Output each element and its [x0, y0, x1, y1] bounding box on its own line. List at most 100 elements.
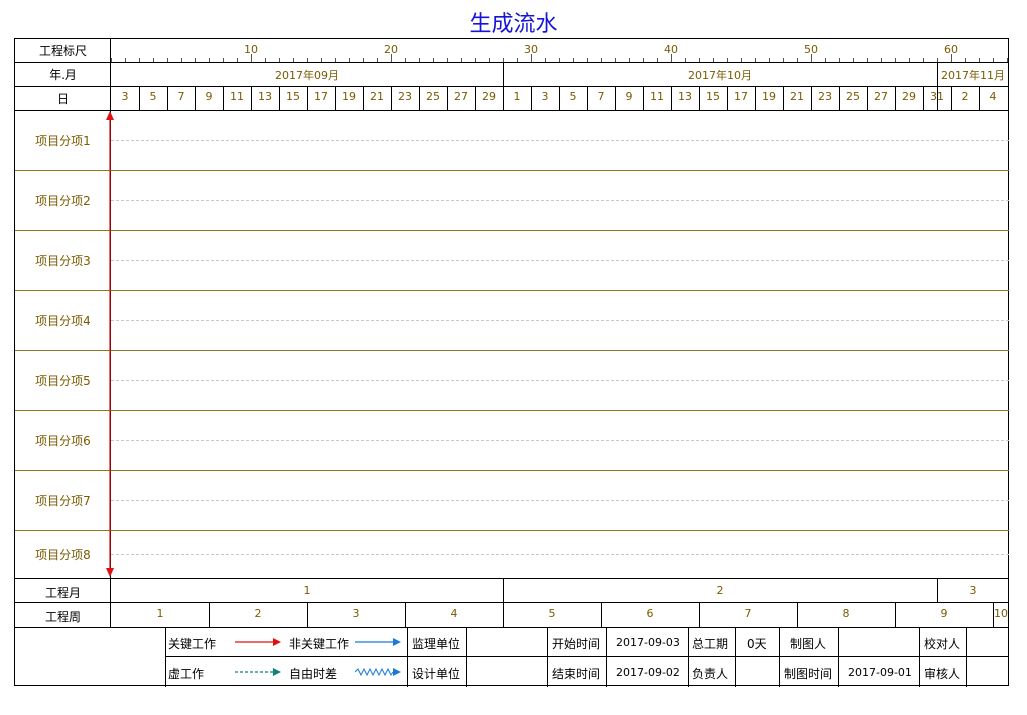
day-cell: 1 [513, 90, 521, 103]
week-cell: 2 [254, 607, 262, 620]
day-divider [363, 86, 364, 110]
week-cell: 4 [450, 607, 458, 620]
end-time-label: 结束时间 [552, 667, 601, 681]
week-divider [895, 602, 896, 627]
scale-tick-label: 60 [944, 43, 958, 56]
month-cell: 2017年09月 [275, 69, 339, 82]
task-row-guide [111, 554, 1009, 555]
week-divider [209, 602, 210, 627]
draw-time-label: 制图时间 [784, 667, 833, 681]
day-cell: 17 [314, 90, 328, 103]
day-divider [811, 86, 812, 110]
day-cell: 25 [846, 90, 860, 103]
day-cell: 21 [370, 90, 384, 103]
scale-ruler: 10 20 30 40 50 60 [111, 43, 1008, 62]
footer-divider [919, 627, 920, 687]
task-row-label: 项目分项1 [35, 134, 91, 148]
day-cell: 27 [874, 90, 888, 103]
scale-tick-label: 20 [384, 43, 398, 56]
task-row-guide [111, 380, 1009, 381]
day-cell: 17 [734, 90, 748, 103]
task-row-separator [15, 230, 1009, 231]
task-row-separator [15, 410, 1009, 411]
day-divider [867, 86, 868, 110]
scale-label: 工程标尺 [38, 44, 87, 58]
legend-critical-label: 关键工作 [168, 637, 217, 651]
day-divider [923, 86, 924, 110]
day-divider [699, 86, 700, 110]
day-divider [643, 86, 644, 110]
footer-divider [466, 627, 467, 687]
scale-tick-label: 10 [244, 43, 258, 56]
day-divider [755, 86, 756, 110]
week-divider [699, 602, 700, 627]
task-row-guide [111, 320, 1009, 321]
day-divider [727, 86, 728, 110]
free-float-wave-icon [355, 667, 401, 677]
project-week-label: 工程周 [44, 610, 81, 624]
draw-time-value: 2017-09-01 [848, 666, 912, 679]
footer-divider [779, 627, 780, 687]
day-cell: 2 [961, 90, 969, 103]
task-row-guide [111, 140, 1009, 141]
day-divider [419, 86, 420, 110]
task-row-label: 项目分项4 [35, 314, 91, 328]
day-cell: 7 [597, 90, 605, 103]
day-cell: 9 [625, 90, 633, 103]
project-month-cell: 3 [969, 584, 977, 597]
footer-divider [407, 627, 408, 687]
schedule-frame: 工程标尺 年.月 日 10 20 30 40 50 60 2017年09月 2017年10… [14, 38, 1009, 687]
scale-tick-label: 50 [804, 43, 818, 56]
week-cell: 9 [940, 607, 948, 620]
day-cell: 3 [541, 90, 549, 103]
supervisor-label: 监理单位 [412, 637, 461, 651]
day-divider [307, 86, 308, 110]
day-cell: 29 [902, 90, 916, 103]
day-cell: 31 [930, 90, 944, 103]
scale-tick-label: 30 [524, 43, 538, 56]
checker-label: 校对人 [924, 637, 961, 651]
month-cell: 2017年10月 [688, 69, 752, 82]
footer-divider [547, 627, 548, 687]
project-month-label: 工程月 [44, 586, 81, 600]
duration-value: 0天 [747, 637, 767, 651]
week-cell: 5 [548, 607, 556, 620]
week-cell: 7 [744, 607, 752, 620]
week-cell: 8 [842, 607, 850, 620]
scale-tick-label: 40 [664, 43, 678, 56]
task-row-label: 项目分项5 [35, 374, 91, 388]
task-row-separator [15, 170, 1009, 171]
day-cell: 11 [650, 90, 664, 103]
day-divider [167, 86, 168, 110]
day-cell: 25 [426, 90, 440, 103]
footer-line [165, 656, 1009, 657]
footer-divider [688, 627, 689, 687]
day-divider [447, 86, 448, 110]
week-divider [797, 602, 798, 627]
day-cell: 13 [678, 90, 692, 103]
day-divider [335, 86, 336, 110]
week-divider [503, 602, 504, 627]
legend-noncritical-label: 非关键工作 [289, 637, 350, 651]
task-row-label: 项目分项3 [35, 254, 91, 268]
task-row-label: 项目分项6 [35, 434, 91, 448]
task-row-separator [15, 290, 1009, 291]
day-row: 3 5 7 9 11 13 15 17 19 21 23 25 27 29 1 3 5 7 9 11 13 15 17 19 2… [111, 86, 1009, 110]
day-cell: 4 [989, 90, 997, 103]
day-cell: 29 [482, 90, 496, 103]
day-cell: 13 [258, 90, 272, 103]
week-divider [307, 602, 308, 627]
day-divider [895, 86, 896, 110]
day-label: 日 [56, 92, 69, 106]
day-cell: 11 [230, 90, 244, 103]
day-divider [503, 86, 504, 110]
day-divider [251, 86, 252, 110]
day-cell: 15 [706, 90, 720, 103]
day-divider [671, 86, 672, 110]
footer-divider [735, 627, 736, 687]
start-time-value: 2017-09-03 [616, 636, 680, 649]
day-divider [475, 86, 476, 110]
task-row-label: 项目分项7 [35, 494, 91, 508]
day-divider [839, 86, 840, 110]
project-month-cell: 1 [303, 584, 311, 597]
